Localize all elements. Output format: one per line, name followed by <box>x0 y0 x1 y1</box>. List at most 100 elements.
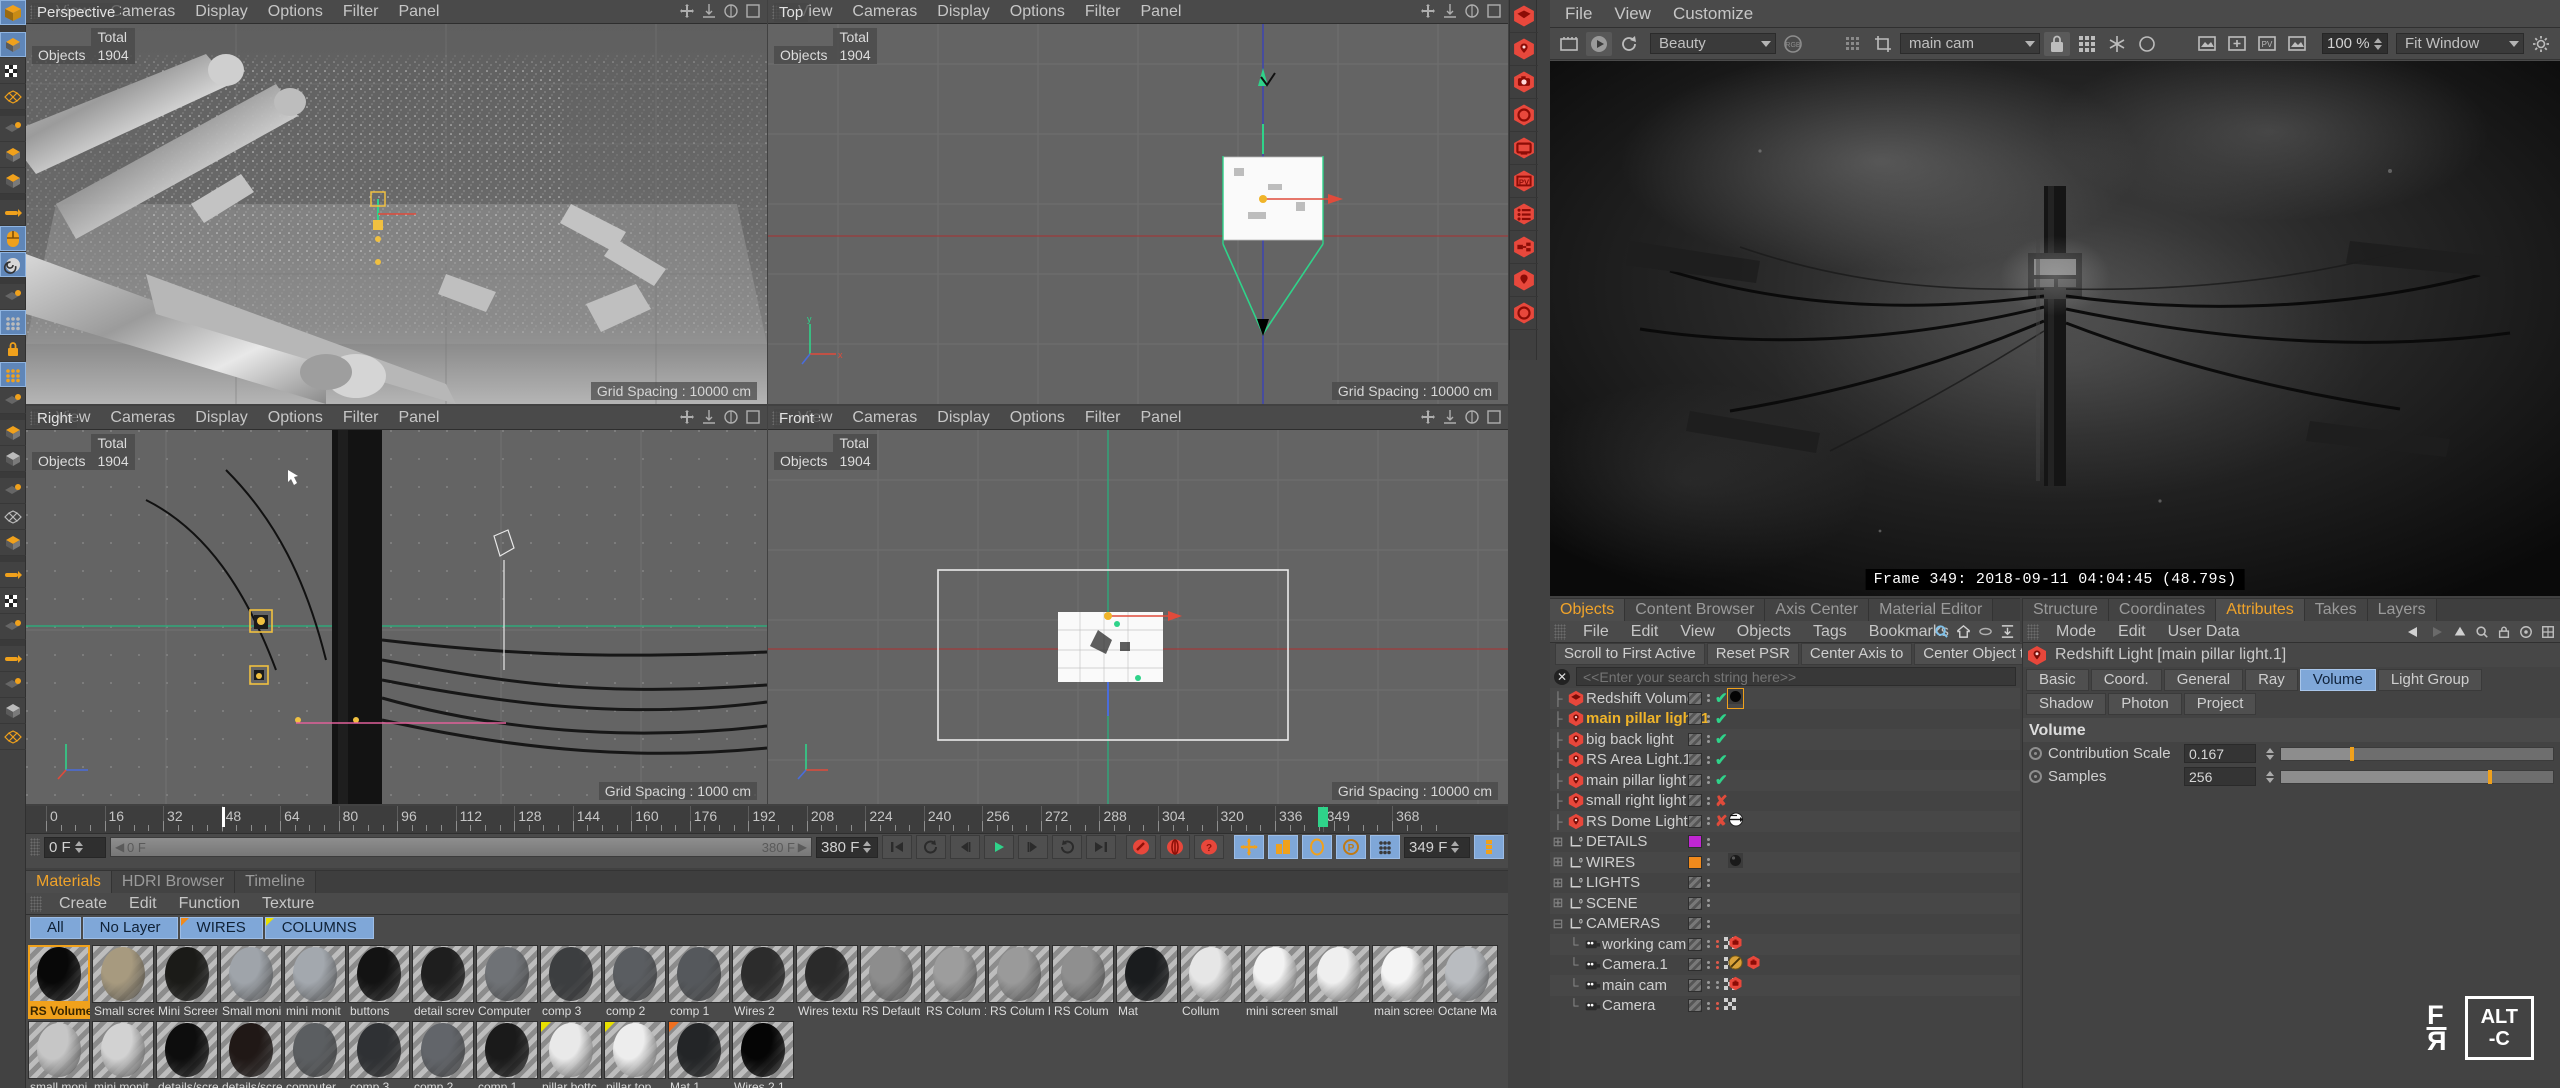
image-icon[interactable] <box>2194 32 2220 56</box>
material-preview[interactable] <box>348 945 410 1003</box>
render-dots-icon[interactable] <box>1706 714 1711 723</box>
layer-color-swatch[interactable] <box>1688 732 1702 746</box>
material-swatch[interactable]: comp 3 <box>540 945 602 1019</box>
vp-menu-display[interactable]: Display <box>927 0 999 24</box>
om-button-reset-psr[interactable]: Reset PSR <box>1706 643 1799 665</box>
material-preview[interactable] <box>1052 945 1114 1003</box>
material-swatch[interactable]: RS Default <box>860 945 922 1019</box>
render-region-icon[interactable] <box>0 252 26 278</box>
object-row[interactable]: ├ RS Dome Light ✘ <box>1550 811 2020 832</box>
material-filter-columns[interactable]: COLUMNS <box>264 917 374 939</box>
render-play-icon[interactable] <box>1586 31 1612 56</box>
save-image-icon[interactable] <box>2284 32 2310 56</box>
material-preview[interactable] <box>540 945 602 1003</box>
tab-axis-center[interactable]: Axis Center <box>1765 599 1870 621</box>
timeline-ruler[interactable]: 0 16 32 48 64 80 96 112 128 144 160 176 192 208 224 240… <box>26 806 1508 834</box>
layer-color-swatch[interactable] <box>1688 978 1702 992</box>
crop-icon[interactable] <box>1870 32 1896 56</box>
material-filter-wires[interactable]: WIRES <box>179 917 263 939</box>
object-manager-tabs[interactable]: Objects Content Browser Axis Center Materia… <box>1550 599 2020 621</box>
prop-tab-ray[interactable]: Ray <box>2245 669 2298 691</box>
layer-color-swatch[interactable] <box>1688 835 1702 849</box>
material-preview[interactable] <box>284 945 346 1003</box>
vp-menu-options[interactable]: Options <box>258 0 333 24</box>
tab-layers[interactable]: Layers <box>2367 599 2437 621</box>
render-dots-icon[interactable] <box>1706 755 1711 764</box>
vp-menu-options[interactable]: Options <box>258 406 333 430</box>
viewport-top[interactable]: View Cameras Display Options Filter Pane… <box>768 0 1508 404</box>
material-preview[interactable] <box>28 945 90 1003</box>
checker-grid-icon[interactable] <box>2074 32 2100 56</box>
material-grid[interactable]: RS Volume Small scree Mini Screen Small … <box>26 941 1508 1088</box>
timeline[interactable]: 0 16 32 48 64 80 96 112 128 144 160 176 192 208 224 240… <box>26 806 1508 868</box>
material-preview[interactable] <box>1308 945 1370 1003</box>
render-dots-icon[interactable] <box>1706 776 1711 785</box>
material-swatch[interactable]: Wires 2.1 <box>732 1021 794 1088</box>
zoom-level-field[interactable]: 100 % <box>2322 33 2388 54</box>
material-manager[interactable]: Materials HDRI Browser Timeline Create Edi… <box>26 870 1508 1088</box>
rgb-dropdown-caret[interactable] <box>1810 32 1836 56</box>
rotation-key-button[interactable] <box>1302 835 1332 859</box>
pv-icon[interactable]: PV <box>2254 32 2280 56</box>
object-tags[interactable] <box>1728 976 1743 995</box>
object-row[interactable]: ├ big back light ✔ <box>1550 729 2020 750</box>
collapse-icon[interactable] <box>2000 624 2015 639</box>
material-preview[interactable] <box>668 945 730 1003</box>
null-object-icon[interactable] <box>0 116 26 142</box>
end-frame-stepper[interactable] <box>863 841 872 853</box>
redshift-light2-icon[interactable] <box>1510 264 1538 297</box>
range-right-arrow-icon[interactable]: ▶ <box>798 840 807 854</box>
render-dots-icon[interactable] <box>1706 899 1711 908</box>
om-button-scroll-to-first-active[interactable]: Scroll to First Active <box>1555 643 1705 665</box>
render-output-canvas[interactable]: Frame 349: 2018-09-11 04:04:45 (48.79s) <box>1550 61 2560 596</box>
material-manager-tabs[interactable]: Materials HDRI Browser Timeline <box>26 871 1508 893</box>
prop-tab-photon[interactable]: Photon <box>2108 693 2182 715</box>
object-manager[interactable]: Objects Content Browser Axis Center Materia… <box>1550 598 2124 1088</box>
mm-menu-texture[interactable]: Texture <box>251 893 325 915</box>
parameter-key-button[interactable]: P <box>1336 835 1366 859</box>
vp-menu-options[interactable]: Options <box>1000 406 1075 430</box>
object-axis-icon[interactable] <box>0 284 26 310</box>
material-filter-no-layer[interactable]: No Layer <box>82 917 178 939</box>
prop-tab-volume[interactable]: Volume <box>2299 669 2376 691</box>
material-swatch[interactable]: small <box>1308 945 1370 1019</box>
position-key-button[interactable] <box>1234 835 1264 859</box>
material-filter-all[interactable]: All <box>30 917 81 939</box>
material-swatch[interactable]: Mat <box>1116 945 1178 1019</box>
render-dots-icon[interactable] <box>1706 960 1711 969</box>
visibility-dots-icon[interactable] <box>1715 1001 1720 1010</box>
vp-menu-display[interactable]: Display <box>927 406 999 430</box>
property-row[interactable]: Samples 256 <box>2023 765 2560 788</box>
step-back-button[interactable] <box>950 835 980 859</box>
object-row-columns[interactable] <box>1688 997 1736 1014</box>
left-toolbar[interactable] <box>0 0 26 1088</box>
layer-color-swatch[interactable] <box>1688 855 1702 869</box>
material-preview[interactable] <box>220 945 282 1003</box>
object-row-columns[interactable]: ✔ <box>1688 689 1728 707</box>
sculpt-icon[interactable] <box>0 614 26 640</box>
om-menu-edit[interactable]: Edit <box>1620 621 1670 643</box>
material-swatch[interactable]: buttons <box>348 945 410 1019</box>
redshift-object-icon[interactable] <box>1510 0 1538 33</box>
range-left-arrow-icon[interactable]: ◀ <box>115 840 124 854</box>
viewport-right-menubar[interactable]: View Cameras Display Options Filter Pane… <box>26 406 767 430</box>
play-backwards-button[interactable] <box>916 835 946 859</box>
hidden-cross-icon[interactable]: ✘ <box>1715 792 1728 810</box>
attr-menu-edit[interactable]: Edit <box>2107 621 2157 643</box>
end-frame-field[interactable]: 380 F <box>816 836 878 858</box>
tab-content-browser[interactable]: Content Browser <box>1625 599 1766 621</box>
material-swatch[interactable]: Collum <box>1180 945 1242 1019</box>
visibility-dots-icon[interactable] <box>1715 981 1720 990</box>
camera-tool-icon[interactable] <box>0 698 26 724</box>
property-stepper[interactable] <box>2266 770 2274 783</box>
edge-mode-icon[interactable] <box>0 362 26 388</box>
go-to-start-button[interactable] <box>882 835 912 859</box>
tab-takes[interactable]: Takes <box>2304 599 2368 621</box>
attribute-property-tabs[interactable]: Basic Coord. General Ray Volume Light Group Sh… <box>2023 667 2560 715</box>
search-icon[interactable] <box>2475 625 2489 639</box>
layer-color-swatch[interactable] <box>1688 896 1702 910</box>
vp-menu-panel[interactable]: Panel <box>1130 0 1191 24</box>
go-to-end-button[interactable] <box>1086 835 1116 859</box>
vp-menu-cameras[interactable]: Cameras <box>842 0 927 24</box>
attribute-properties[interactable]: Contribution Scale 0.167 Samples 256 <box>2023 742 2560 788</box>
